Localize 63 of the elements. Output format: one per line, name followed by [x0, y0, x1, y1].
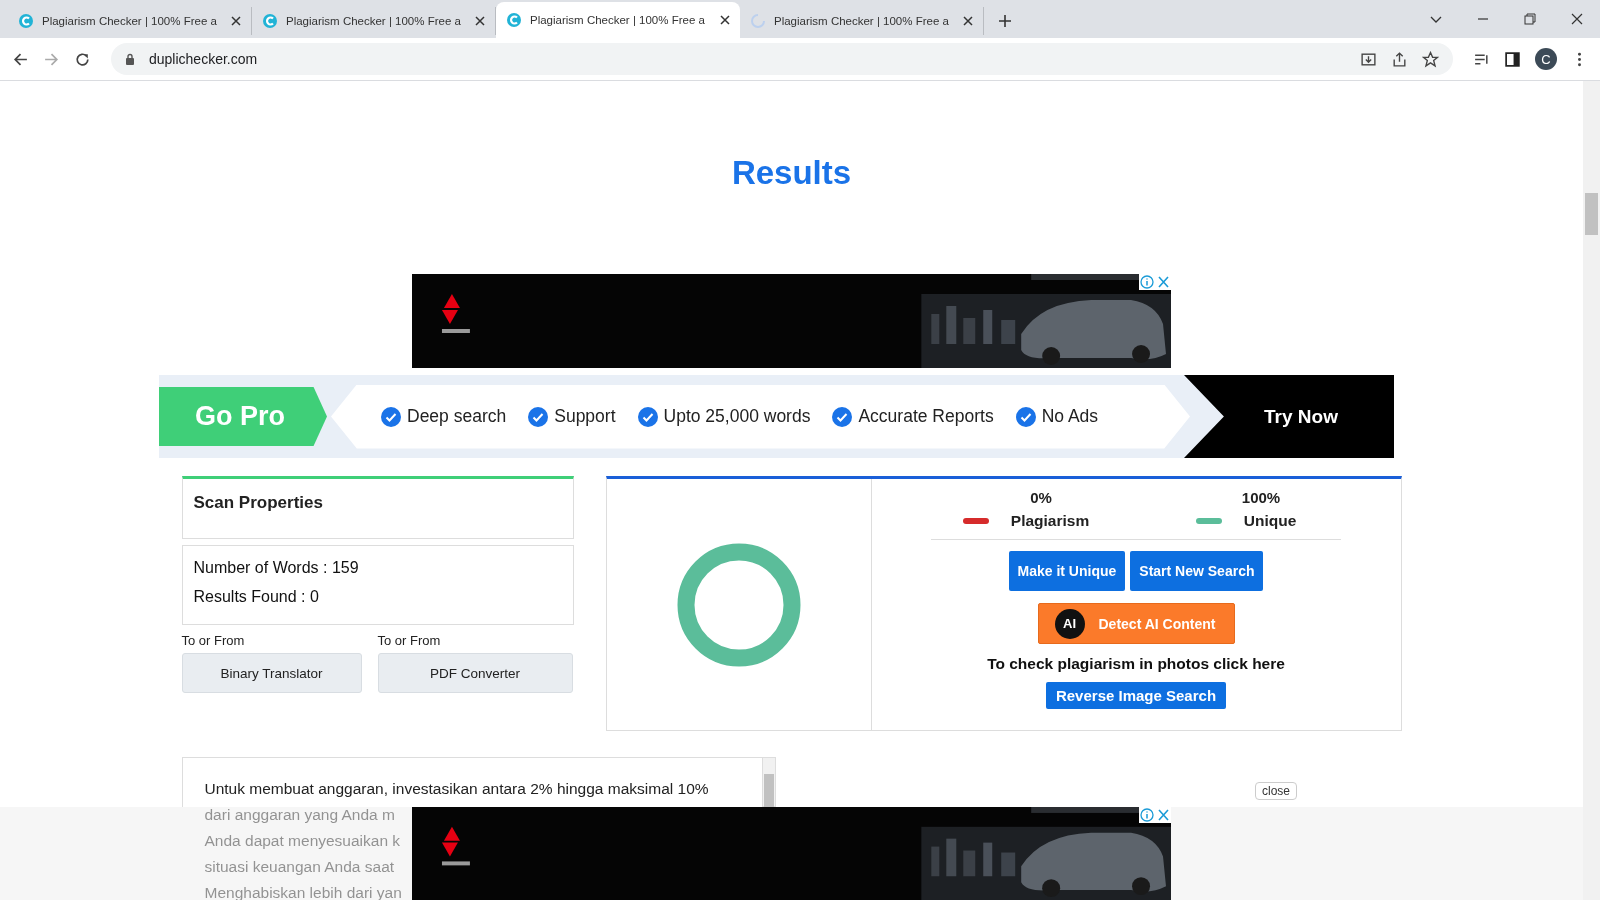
close-icon[interactable] [231, 16, 241, 26]
star-icon[interactable] [1422, 50, 1439, 68]
detect-ai-button[interactable]: AI Detect AI Content [1037, 603, 1235, 644]
install-icon[interactable] [1360, 50, 1377, 68]
check-icon [381, 406, 401, 427]
close-icon[interactable] [963, 16, 973, 26]
url-text: duplichecker.com [149, 51, 258, 67]
profile-avatar[interactable]: C [1535, 48, 1557, 70]
close-icon[interactable] [1570, 12, 1584, 26]
site-logo-icon [506, 12, 522, 28]
browser-tab[interactable]: Plagiarism Checker | 100% Free a [740, 7, 984, 35]
legend-label: Plagiarism [1010, 512, 1090, 530]
legend-label: Unique [1243, 512, 1297, 530]
close-button[interactable]: close [1255, 782, 1297, 800]
text-line: Untuk membuat anggaran, investasikan antara 2% hingga maksimal 10% [204, 780, 709, 798]
card-title: Scan Properties [193, 493, 323, 512]
restore-icon[interactable] [1523, 12, 1537, 26]
action-button[interactable]: Make it Unique [1008, 551, 1126, 591]
address-bar[interactable]: duplichecker.com [111, 43, 1453, 75]
reload-icon[interactable] [74, 50, 91, 68]
browser-tab[interactable]: Plagiarism Checker | 100% Free a [8, 7, 252, 35]
tool-caption: To or From [377, 633, 442, 648]
browser-tab[interactable]: Plagiarism Checker | 100% Free a [252, 7, 496, 35]
check-icon [637, 406, 658, 427]
new-tab-icon[interactable] [998, 14, 1012, 28]
check-icon [832, 406, 853, 427]
ai-badge: AI [1054, 608, 1085, 639]
tool-button[interactable]: PDF Converter [377, 653, 573, 693]
tool-caption: To or From [181, 633, 246, 648]
check-icon [1015, 406, 1036, 427]
close-icon[interactable] [720, 15, 730, 25]
photo-note: To check plagiarism in photos click here [987, 655, 1285, 673]
go-pro-label: Go Pro [195, 401, 285, 432]
feature-label: Accurate Reports [858, 406, 994, 427]
side-panel-icon[interactable] [1504, 50, 1521, 68]
close-icon[interactable] [475, 16, 485, 26]
feature-label: Support [554, 406, 616, 427]
try-now-button[interactable]: Try Now [1184, 375, 1394, 458]
text-line: dari anggaran yang Anda m [204, 806, 395, 824]
share-icon[interactable] [1391, 50, 1408, 68]
stat-text: Results Found : 0 [193, 588, 320, 606]
check-icon [528, 406, 549, 427]
text-scrollbar[interactable] [761, 757, 776, 807]
percent-text: 0% [1029, 489, 1052, 506]
site-logo-icon [262, 13, 278, 29]
ad-info-icon[interactable] [1139, 274, 1171, 290]
action-button[interactable]: Start New Search [1130, 551, 1264, 591]
stat-text: Number of Words : 159 [193, 559, 360, 577]
text-line: situasi keuangan Anda saat [204, 858, 395, 876]
ad-info-icon[interactable] [1139, 807, 1171, 823]
feature-label: No Ads [1041, 406, 1099, 427]
loading-spinner-icon [750, 13, 766, 29]
browser-tab[interactable]: Plagiarism Checker | 100% Free a [496, 2, 740, 38]
reverse-image-search-button[interactable]: Reverse Image Search [1045, 682, 1227, 709]
site-logo-icon [18, 13, 34, 29]
page-scrollbar[interactable] [1583, 81, 1600, 900]
lock-icon [125, 53, 135, 65]
feature-label: Upto 25,000 words [663, 406, 811, 427]
text-line: Anda dapat menyesuaikan k [204, 832, 401, 850]
tool-button[interactable]: Binary Translator [181, 653, 362, 693]
percent-text: 100% [1240, 489, 1281, 506]
results-heading: Results [731, 153, 852, 192]
feature-label: Deep search [407, 406, 507, 427]
